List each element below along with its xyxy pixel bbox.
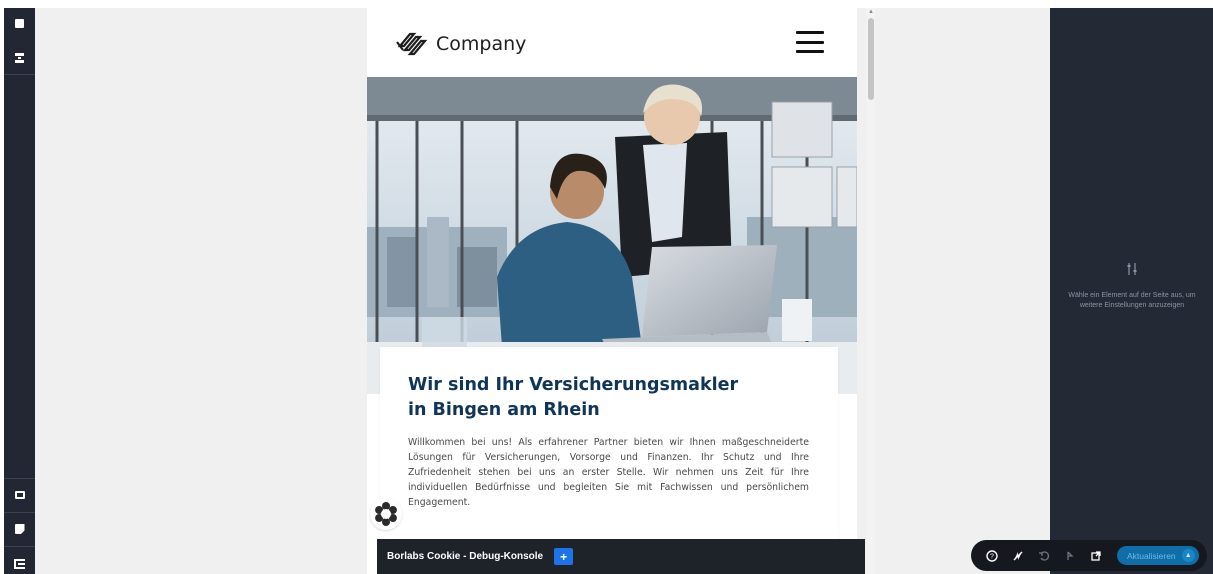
menu-toggle[interactable]: [796, 31, 824, 53]
structure-button[interactable]: [4, 11, 35, 35]
builder-action-bar: ? Aktualisieren ▲: [971, 540, 1207, 571]
undo-icon: [1039, 550, 1050, 561]
layout-icon: [15, 53, 24, 63]
external-link-icon: [1091, 550, 1101, 561]
desktop-preview-button[interactable]: [4, 483, 35, 507]
hamburger-bar: [796, 40, 824, 44]
update-button-label: Aktualisieren: [1127, 550, 1176, 561]
debug-console-bar: Borlabs Cookie - Debug-Konsole +: [377, 539, 865, 574]
intro-heading-line2: in Bingen am Rhein: [408, 400, 600, 420]
site-header: Company: [367, 8, 857, 77]
cookie-settings-button[interactable]: [370, 498, 402, 530]
hamburger-bar: [796, 50, 824, 53]
disable-icon: [1013, 550, 1023, 561]
history-icon: [1067, 551, 1074, 560]
desktop-preview-icon: [14, 491, 25, 499]
company-logo-icon: [396, 32, 428, 56]
scrollbar-thumb[interactable]: [868, 18, 874, 100]
exit-builder-button[interactable]: [4, 552, 35, 574]
logo-text: Company: [436, 33, 527, 55]
preview-scrollbar[interactable]: ▲: [866, 8, 875, 574]
notes-icon: [14, 524, 25, 534]
disable-button[interactable]: [1005, 543, 1031, 569]
intro-heading-line1: Wir sind Ihr Versicherungsmakler: [408, 375, 739, 395]
history-button[interactable]: [1057, 543, 1083, 569]
toolbar-divider: [4, 74, 35, 75]
exit-builder-icon: [14, 559, 25, 569]
notes-button[interactable]: [4, 517, 35, 541]
debug-console-expand-button[interactable]: +: [554, 548, 574, 565]
intro-text: Willkommen bei uns! Als erfahrener Partn…: [408, 437, 809, 508]
site-logo[interactable]: Company: [394, 28, 526, 60]
debug-console-label: Borlabs Cookie - Debug-Konsole: [387, 551, 544, 562]
help-icon: ?: [986, 549, 998, 562]
hamburger-bar: [796, 31, 824, 34]
toolbar-divider: [4, 478, 35, 479]
page-builder: Company Wir sind Ihr Versicherungsmakler…: [0, 0, 1213, 574]
cookie-flower-icon: [375, 502, 397, 526]
mobile-preview-frame: Company Wir sind Ihr Versicherungsmakler…: [367, 8, 857, 574]
settings-sliders-icon: [1127, 263, 1137, 275]
view-page-button[interactable]: [1083, 543, 1109, 569]
toolbar-divider: [4, 512, 35, 513]
update-button[interactable]: Aktualisieren ▲: [1117, 546, 1199, 565]
svg-text:?: ?: [990, 553, 994, 560]
intro-heading: Wir sind Ihr Versicherungsmakler in Bing…: [408, 373, 808, 423]
scroll-up-arrow-icon[interactable]: ▲: [868, 8, 874, 16]
structure-icon: [15, 18, 24, 28]
left-toolbar: [4, 8, 35, 574]
layout-button[interactable]: [4, 46, 35, 70]
settings-panel-hint: Wähle ein Element auf der Seite aus, um …: [1068, 292, 1196, 309]
toolbar-divider: [4, 546, 35, 547]
chevron-up-icon[interactable]: ▲: [1181, 549, 1195, 562]
undo-button[interactable]: [1031, 543, 1057, 569]
settings-panel: Wähle ein Element auf der Seite aus, um …: [1050, 8, 1213, 574]
help-button[interactable]: ?: [979, 543, 1005, 569]
